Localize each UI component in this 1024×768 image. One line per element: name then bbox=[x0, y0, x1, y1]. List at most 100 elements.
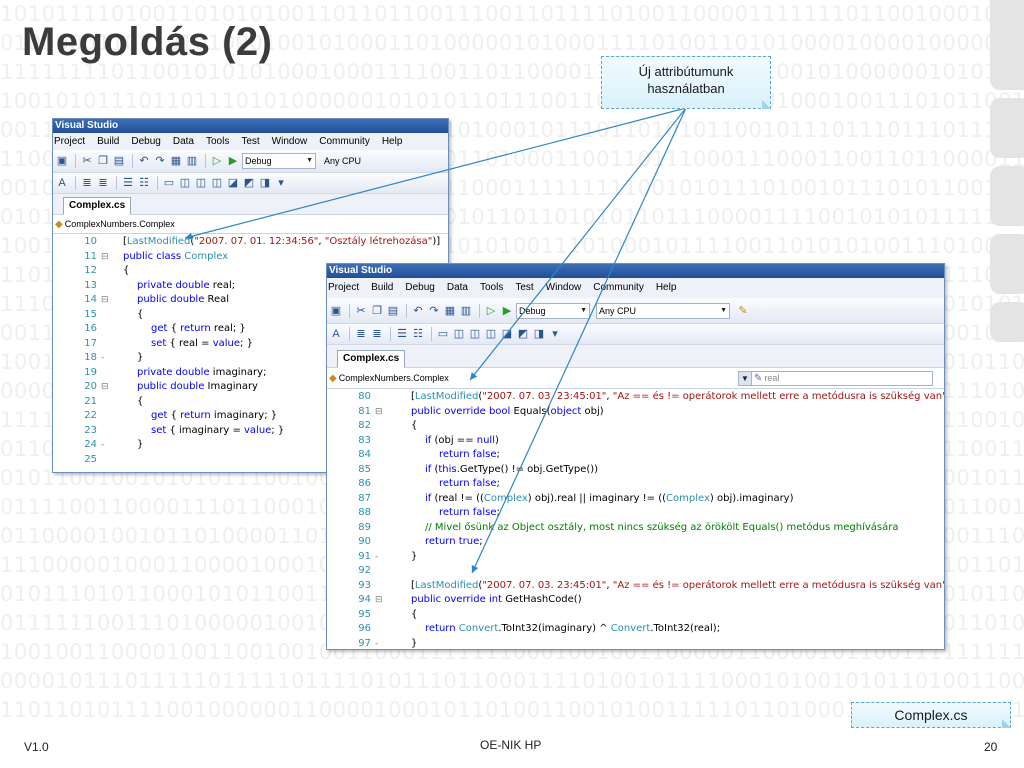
line-number: 90 bbox=[358, 536, 371, 547]
find-icon[interactable]: ✎ bbox=[736, 304, 750, 318]
configuration-combo[interactable]: Debug ▼ bbox=[242, 153, 316, 169]
menu-item-build[interactable]: Build bbox=[97, 136, 119, 147]
paste-icon[interactable]: ▤ bbox=[386, 304, 400, 318]
cut-icon[interactable]: ✂ bbox=[80, 154, 94, 168]
uncomment-icon[interactable]: ☷ bbox=[137, 176, 151, 190]
menu-item-community[interactable]: Community bbox=[593, 282, 644, 293]
cut-icon[interactable]: ✂ bbox=[354, 304, 368, 318]
menu-item-data[interactable]: Data bbox=[447, 282, 468, 293]
tab-complex-cs[interactable]: Complex.cs bbox=[337, 350, 406, 368]
bookmark-more-icon[interactable]: ◨ bbox=[258, 176, 272, 190]
comment-icon[interactable]: ☰ bbox=[121, 176, 135, 190]
navigation-bar: ◆ ComplexNumbers.Complex ▼ ✎ real bbox=[327, 368, 944, 389]
menu-item-project[interactable]: Project bbox=[54, 136, 85, 147]
platform-combo[interactable]: Any CPU bbox=[322, 154, 384, 168]
bookmark-folder-icon[interactable]: ◪ bbox=[226, 176, 240, 190]
undo-icon[interactable]: ↶ bbox=[411, 304, 425, 318]
code-line: 89 // Mivel ősünk az Object osztály, most… bbox=[327, 521, 944, 536]
bookmark-next-icon[interactable]: ◫ bbox=[468, 327, 482, 341]
bookmark-prev-icon[interactable]: ◫ bbox=[178, 176, 192, 190]
member-combo[interactable]: ▼ ✎ real bbox=[738, 371, 933, 386]
code-token: // Mivel ősünk az Object osztály, most n… bbox=[425, 521, 899, 533]
comment-icon[interactable]: ☰ bbox=[395, 327, 409, 341]
run-icon[interactable]: ▶ bbox=[500, 304, 514, 318]
file-name-callout: Complex.cs bbox=[851, 702, 1011, 728]
menu-item-help[interactable]: Help bbox=[382, 136, 403, 147]
bookmark-icon[interactable]: ▭ bbox=[162, 176, 176, 190]
menu-item-project[interactable]: Project bbox=[328, 282, 359, 293]
code-token: (obj == bbox=[434, 434, 477, 446]
collapse-region-icon[interactable]: ⊟ bbox=[101, 250, 109, 265]
footer-page-number: 20 bbox=[984, 740, 998, 754]
save-icon[interactable]: ▥ bbox=[459, 304, 473, 318]
code-text: return false; bbox=[439, 506, 500, 521]
menu-item-window[interactable]: Window bbox=[546, 282, 582, 293]
menu-item-data[interactable]: Data bbox=[173, 136, 194, 147]
tab-complex-cs[interactable]: Complex.cs bbox=[63, 197, 132, 215]
paste-icon[interactable]: ▤ bbox=[112, 154, 126, 168]
line-number: 20 bbox=[84, 381, 97, 392]
menu-item-debug[interactable]: Debug bbox=[405, 282, 434, 293]
code-text: [LastModified("2007. 07. 03. 23:45:01", … bbox=[411, 390, 944, 405]
add-item-icon[interactable]: ▦ bbox=[169, 154, 183, 168]
menu-item-debug[interactable]: Debug bbox=[131, 136, 160, 147]
toolbar-options-icon[interactable]: ▾ bbox=[548, 327, 562, 341]
code-editor[interactable]: 80 [LastModified("2007. 07. 03. 23:45:01"… bbox=[327, 389, 944, 649]
menu-item-build[interactable]: Build bbox=[371, 282, 393, 293]
outdent-icon[interactable]: ≣ bbox=[96, 176, 110, 190]
menu-item-test[interactable]: Test bbox=[241, 136, 259, 147]
menu-item-tools[interactable]: Tools bbox=[480, 282, 503, 293]
undo-icon[interactable]: ↶ bbox=[137, 154, 151, 168]
member-list-icon[interactable]: A bbox=[55, 176, 69, 190]
region-end-marker: - bbox=[375, 638, 379, 649]
collapse-region-icon[interactable]: ⊟ bbox=[101, 380, 109, 395]
code-text: } bbox=[137, 438, 143, 453]
outdent-icon[interactable]: ≣ bbox=[370, 327, 384, 341]
chevron-down-icon[interactable]: ▼ bbox=[738, 371, 752, 386]
configuration-combo[interactable]: Debug ▼ bbox=[516, 302, 590, 319]
menu-item-community[interactable]: Community bbox=[319, 136, 370, 147]
line-number: 17 bbox=[84, 337, 97, 349]
bookmark-next-icon[interactable]: ◫ bbox=[194, 176, 208, 190]
indent-icon[interactable]: ≣ bbox=[80, 176, 94, 190]
collapse-region-icon[interactable]: ⊟ bbox=[375, 593, 383, 608]
start-debug-icon[interactable]: ▷ bbox=[210, 154, 224, 168]
collapse-region-icon[interactable]: ⊟ bbox=[101, 293, 109, 308]
bookmark-clear-icon[interactable]: ◫ bbox=[484, 327, 498, 341]
copy-icon[interactable]: ❐ bbox=[96, 154, 110, 168]
code-token: { bbox=[170, 323, 181, 334]
save-icon[interactable]: ▥ bbox=[185, 154, 199, 168]
menu-item-help[interactable]: Help bbox=[656, 282, 677, 293]
run-icon[interactable]: ▶ bbox=[226, 154, 240, 168]
uncomment-icon[interactable]: ☷ bbox=[411, 327, 425, 341]
navigation-bar[interactable]: ◆ ComplexNumbers.Complex bbox=[53, 215, 448, 234]
line-number: 80 bbox=[358, 391, 371, 402]
bookmark-prev-icon[interactable]: ◫ bbox=[452, 327, 466, 341]
new-file-icon[interactable]: ▣ bbox=[329, 304, 343, 318]
bookmark-go-icon[interactable]: ◩ bbox=[242, 176, 256, 190]
redo-icon[interactable]: ↷ bbox=[427, 304, 441, 318]
bookmark-go-icon[interactable]: ◩ bbox=[516, 327, 530, 341]
bookmark-icon[interactable]: ▭ bbox=[436, 327, 450, 341]
member-list-icon[interactable]: A bbox=[329, 327, 343, 341]
bookmark-clear-icon[interactable]: ◫ bbox=[210, 176, 224, 190]
new-file-icon[interactable]: ▣ bbox=[55, 154, 69, 168]
code-token: { bbox=[411, 420, 418, 431]
nav-class-label[interactable]: ComplexNumbers.Complex bbox=[339, 373, 449, 383]
menu-item-window[interactable]: Window bbox=[272, 136, 308, 147]
menu-item-tools[interactable]: Tools bbox=[206, 136, 229, 147]
bookmark-more-icon[interactable]: ◨ bbox=[532, 327, 546, 341]
toolbar-separator bbox=[406, 303, 407, 318]
bookmark-folder-icon[interactable]: ◪ bbox=[500, 327, 514, 341]
add-item-icon[interactable]: ▦ bbox=[443, 304, 457, 318]
decorative-tile bbox=[990, 0, 1024, 90]
start-debug-icon[interactable]: ▷ bbox=[484, 304, 498, 318]
platform-combo[interactable]: Any CPU ▼ bbox=[596, 302, 730, 319]
toolbar-options-icon[interactable]: ▾ bbox=[274, 176, 288, 190]
indent-icon[interactable]: ≣ bbox=[354, 327, 368, 341]
collapse-region-icon[interactable]: ⊟ bbox=[375, 405, 383, 420]
copy-icon[interactable]: ❐ bbox=[370, 304, 384, 318]
line-number: 13 bbox=[84, 279, 97, 291]
redo-icon[interactable]: ↷ bbox=[153, 154, 167, 168]
menu-item-test[interactable]: Test bbox=[515, 282, 533, 293]
